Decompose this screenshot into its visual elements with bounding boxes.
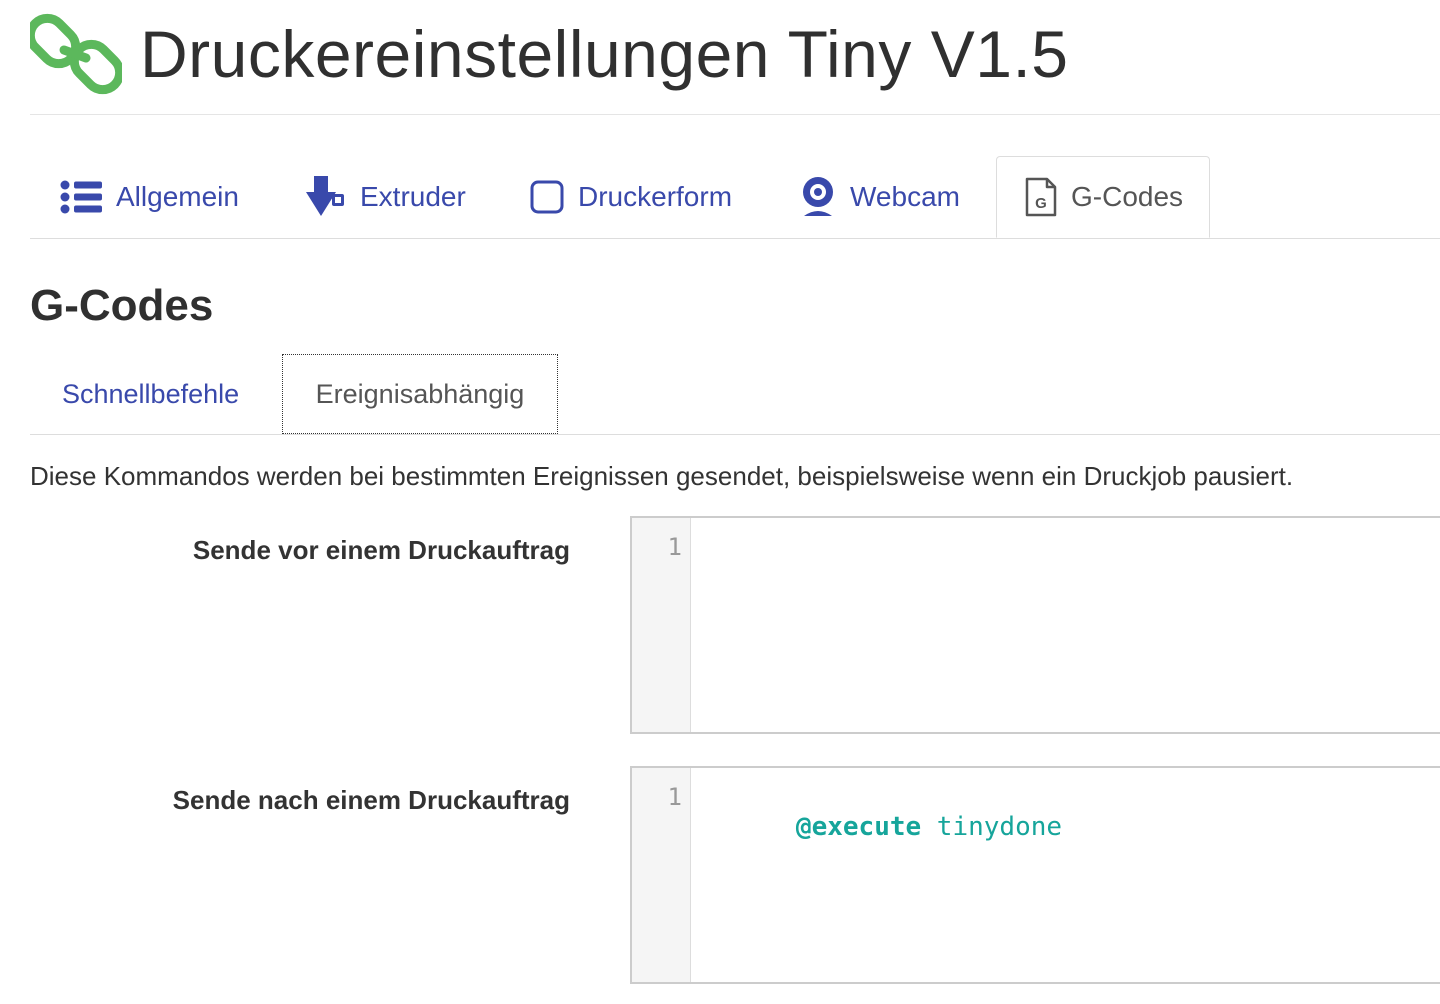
page-title: Druckereinstellungen Tiny V1.5 <box>140 17 1069 91</box>
tab-druckerform[interactable]: Druckerform <box>530 156 732 238</box>
extruder-icon <box>306 176 344 216</box>
tab-druckerform-label: Druckerform <box>578 181 733 212</box>
square-outline-icon <box>530 180 564 214</box>
after-print-label: Sende nach einem Druckauftrag <box>172 785 570 815</box>
subtab-schnellbefehle[interactable]: Schnellbefehle <box>62 354 239 434</box>
tab-extruder[interactable]: Extruder <box>306 156 466 238</box>
link-chain-icon <box>30 13 122 95</box>
gcode-file-icon: G <box>1025 177 1057 217</box>
before-print-label: Sende vor einem Druckauftrag <box>192 535 570 565</box>
line-number: 1 <box>667 783 682 811</box>
subtab-ereignisabhaengig-label: Ereignisabhängig <box>315 378 525 409</box>
list-icon <box>60 180 102 214</box>
sub-tab-bar: Schnellbefehle Ereignisabhängig <box>30 354 1440 435</box>
printer-settings-page: Druckereinstellungen Tiny V1.5 Allgemein <box>0 0 1440 1004</box>
subtab-ereignisabhaengig[interactable]: Ereignisabhängig <box>282 354 558 434</box>
line-number: 1 <box>667 533 682 561</box>
tab-gcodes-label: G-Codes <box>1071 181 1184 212</box>
before-print-editor[interactable]: 1 <box>630 516 1440 734</box>
section-description: Diese Kommandos werden bei bestimmten Er… <box>30 461 1294 491</box>
webcam-icon <box>803 177 833 216</box>
tab-webcam[interactable]: Webcam <box>800 156 960 238</box>
editor-gutter: 1 <box>632 768 691 982</box>
tab-webcam-label: Webcam <box>850 181 960 212</box>
tab-gcodes[interactable]: G G-Codes <box>996 156 1210 238</box>
code-line[interactable]: @execute tinydone <box>702 782 1062 872</box>
subtab-schnellbefehle-label: Schnellbefehle <box>62 378 240 409</box>
tab-allgemein[interactable]: Allgemein <box>60 156 239 238</box>
page-header: Druckereinstellungen Tiny V1.5 <box>30 0 1440 115</box>
code-line[interactable] <box>702 532 796 622</box>
editor-gutter: 1 <box>632 518 691 732</box>
code-text: tinydone <box>921 812 1063 842</box>
code-keyword: @execute <box>795 812 922 842</box>
main-tab-bar: Allgemein Extruder Druckerform Webcam G … <box>30 156 1440 239</box>
svg-text:G: G <box>1035 195 1047 212</box>
tab-allgemein-label: Allgemein <box>116 181 239 212</box>
tab-extruder-label: Extruder <box>360 181 466 212</box>
after-print-editor[interactable]: 1 @execute tinydone <box>630 766 1440 984</box>
section-title: G-Codes <box>30 281 214 330</box>
